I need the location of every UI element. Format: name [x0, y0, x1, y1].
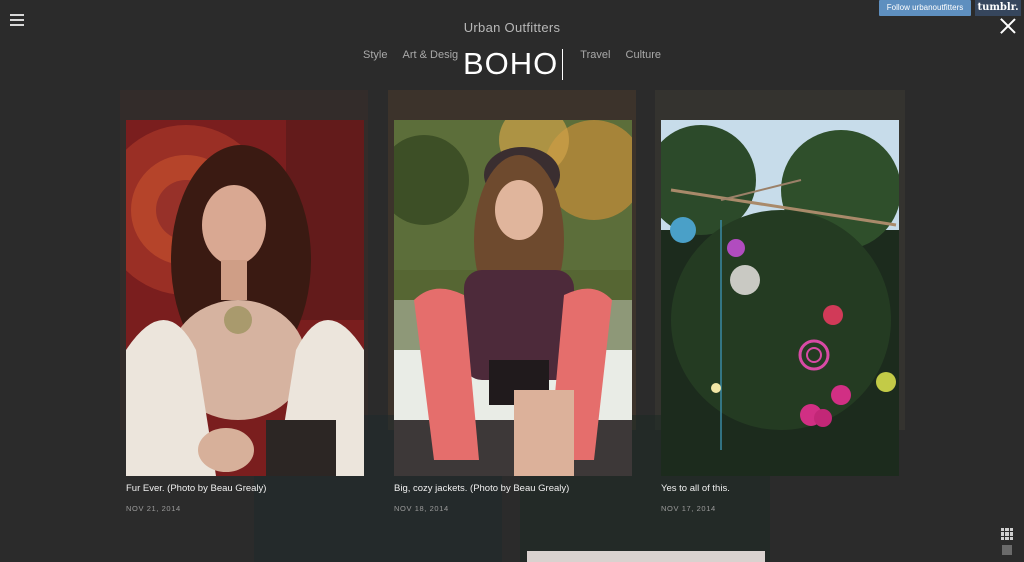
text-caret: [562, 49, 563, 80]
post-caption[interactable]: Yes to all of this.: [661, 483, 899, 494]
post-date: NOV 21, 2014: [126, 504, 181, 513]
tumblr-logo[interactable]: tumblr.: [975, 0, 1021, 16]
site-title[interactable]: Urban Outfitters: [0, 20, 1024, 35]
background-post-6: [527, 551, 765, 562]
post-card[interactable]: Big, cozy jackets. (Photo by Beau Grealy…: [394, 120, 632, 513]
nav-item-style[interactable]: Style: [363, 49, 387, 61]
post-photo[interactable]: [126, 120, 364, 476]
nav-item-art-design[interactable]: Art & Desig: [403, 49, 459, 61]
post-date: NOV 17, 2014: [661, 504, 716, 513]
post-photo[interactable]: [661, 120, 899, 476]
nav-item-culture[interactable]: Culture: [626, 49, 661, 61]
follow-button[interactable]: Follow urbanoutfitters: [879, 0, 971, 16]
post-card[interactable]: Fur Ever. (Photo by Beau Grealy) NOV 21,…: [126, 120, 364, 513]
post-card[interactable]: Yes to all of this. NOV 17, 2014: [661, 120, 899, 513]
post-caption[interactable]: Fur Ever. (Photo by Beau Grealy): [126, 483, 364, 494]
nav-item-travel[interactable]: Travel: [580, 49, 610, 61]
grid-view-icon[interactable]: [1001, 528, 1013, 540]
post-caption[interactable]: Big, cozy jackets. (Photo by Beau Grealy…: [394, 483, 632, 494]
post-date: NOV 18, 2014: [394, 504, 449, 513]
close-icon[interactable]: [1000, 18, 1016, 34]
search-input[interactable]: BOHO: [463, 46, 558, 82]
single-view-icon[interactable]: [1002, 545, 1012, 555]
post-photo[interactable]: [394, 120, 632, 476]
